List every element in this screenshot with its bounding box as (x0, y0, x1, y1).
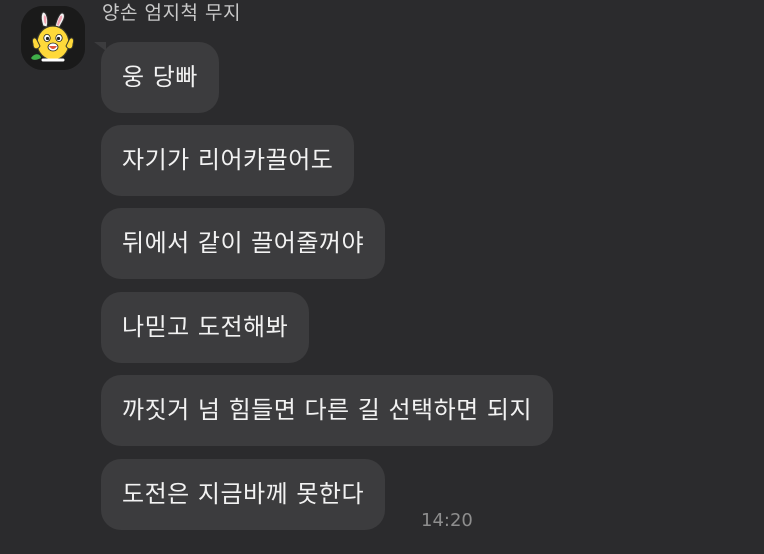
chat-room: 양손 엄지척 무지 웅 당빠 자기가 리어카끌어도 뒤에서 같이 끌어줄꺼야 나… (0, 0, 764, 554)
message-bubble[interactable]: 나믿고 도전해봐 (101, 292, 310, 363)
message-bubble[interactable]: 뒤에서 같이 끌어줄꺼야 (101, 208, 386, 279)
message-bubble[interactable]: 웅 당빠 (101, 42, 219, 113)
message-timestamp: 14:20 (421, 510, 473, 531)
muzi-rabbit-thumbs-up-icon (21, 6, 85, 70)
sender-name: 양손 엄지척 무지 (102, 2, 241, 24)
message-bubble[interactable]: 까짓거 넘 힘들면 다른 길 선택하면 되지 (101, 375, 554, 446)
message-bubble[interactable]: 도전은 지금바께 못한다 (101, 459, 386, 530)
sender-avatar[interactable] (21, 6, 85, 70)
message-bubble[interactable]: 자기가 리어카끌어도 (101, 125, 355, 196)
